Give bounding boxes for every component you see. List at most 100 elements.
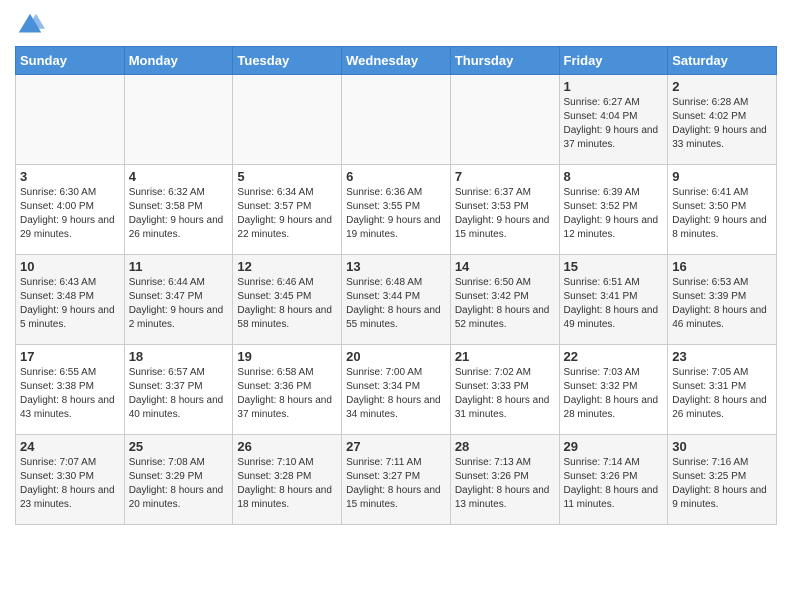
day-info: Sunrise: 7:08 AMSunset: 3:29 PMDaylight:… [129,456,229,512]
calendar-cell: 11Sunrise: 6:44 AMSunset: 3:47 PMDayligh… [124,255,233,345]
calendar-cell: 22Sunrise: 7:03 AMSunset: 3:32 PMDayligh… [559,345,668,435]
day-info: Sunrise: 6:57 AMSunset: 3:37 PMDaylight:… [129,366,229,422]
calendar-cell: 16 Sunrise: 6:53 AMSunset: 3:39 PMDayligh… [668,255,777,345]
day-number: 11 [129,259,229,274]
day-info: Sunrise: 6:30 AMSunset: 4:00 PMDaylight:… [20,186,120,242]
calendar-cell: 28 Sunrise: 7:13 AMSunset: 3:26 PMDayligh… [450,435,559,525]
calendar-week-1: 3 Sunrise: 6:30 AMSunset: 4:00 PMDaylight… [16,165,777,255]
day-info: Sunrise: 6:39 AMSunset: 3:52 PMDaylight:… [564,186,664,242]
day-number: 23 [672,349,772,364]
calendar-table: SundayMondayTuesdayWednesdayThursdayFrid… [15,46,777,525]
calendar-cell: 17 Sunrise: 6:55 AMSunset: 3:38 PMDayligh… [16,345,125,435]
calendar-cell: 18 Sunrise: 6:57 AMSunset: 3:37 PMDayligh… [124,345,233,435]
calendar-cell: 15Sunrise: 6:51 AMSunset: 3:41 PMDayligh… [559,255,668,345]
header-day-saturday: Saturday [668,47,777,75]
calendar-cell [16,75,125,165]
calendar-cell: 14 Sunrise: 6:50 AMSunset: 3:42 PMDayligh… [450,255,559,345]
page-container: SundayMondayTuesdayWednesdayThursdayFrid… [0,0,792,540]
calendar-cell: 26 Sunrise: 7:10 AMSunset: 3:28 PMDayligh… [233,435,342,525]
calendar-cell: 9 Sunrise: 6:41 AMSunset: 3:50 PMDaylight… [668,165,777,255]
day-info: Sunrise: 6:50 AMSunset: 3:42 PMDaylight:… [455,276,555,332]
header-row: SundayMondayTuesdayWednesdayThursdayFrid… [16,47,777,75]
calendar-week-0: 1 Sunrise: 6:27 AMSunset: 4:04 PMDaylight… [16,75,777,165]
day-number: 1 [564,79,664,94]
day-info: Sunrise: 7:14 AMSunset: 3:26 PMDaylight:… [564,456,664,512]
calendar-cell: 10 Sunrise: 6:43 AMSunset: 3:48 PMDayligh… [16,255,125,345]
day-info: Sunrise: 6:58 AMSunset: 3:36 PMDaylight:… [237,366,337,422]
day-number: 19 [237,349,337,364]
calendar-cell [233,75,342,165]
day-number: 24 [20,439,120,454]
calendar-cell: 25 Sunrise: 7:08 AMSunset: 3:29 PMDayligh… [124,435,233,525]
header-day-wednesday: Wednesday [342,47,451,75]
calendar-week-2: 10 Sunrise: 6:43 AMSunset: 3:48 PMDayligh… [16,255,777,345]
day-info: Sunrise: 6:53 AMSunset: 3:39 PMDaylight:… [672,276,772,332]
calendar-cell: 20 Sunrise: 7:00 AMSunset: 3:34 PMDayligh… [342,345,451,435]
day-number: 6 [346,169,446,184]
day-number: 26 [237,439,337,454]
calendar-cell: 24 Sunrise: 7:07 AMSunset: 3:30 PMDayligh… [16,435,125,525]
day-number: 3 [20,169,120,184]
calendar-week-4: 24 Sunrise: 7:07 AMSunset: 3:30 PMDayligh… [16,435,777,525]
calendar-cell [450,75,559,165]
day-info: Sunrise: 6:46 AMSunset: 3:45 PMDaylight:… [237,276,337,332]
calendar-cell: 30Sunrise: 7:16 AMSunset: 3:25 PMDayligh… [668,435,777,525]
calendar-cell [342,75,451,165]
calendar-cell: 12 Sunrise: 6:46 AMSunset: 3:45 PMDayligh… [233,255,342,345]
calendar-cell: 7 Sunrise: 6:37 AMSunset: 3:53 PMDaylight… [450,165,559,255]
day-number: 2 [672,79,772,94]
calendar-cell: 23Sunrise: 7:05 AMSunset: 3:31 PMDayligh… [668,345,777,435]
day-info: Sunrise: 6:55 AMSunset: 3:38 PMDaylight:… [20,366,120,422]
calendar-cell: 13Sunrise: 6:48 AMSunset: 3:44 PMDayligh… [342,255,451,345]
day-number: 27 [346,439,446,454]
day-number: 7 [455,169,555,184]
header [15,10,777,40]
day-number: 20 [346,349,446,364]
day-number: 14 [455,259,555,274]
day-info: Sunrise: 7:10 AMSunset: 3:28 PMDaylight:… [237,456,337,512]
day-info: Sunrise: 6:43 AMSunset: 3:48 PMDaylight:… [20,276,120,332]
day-number: 17 [20,349,120,364]
day-number: 10 [20,259,120,274]
day-number: 4 [129,169,229,184]
day-number: 9 [672,169,772,184]
day-number: 29 [564,439,664,454]
day-number: 12 [237,259,337,274]
day-info: Sunrise: 7:07 AMSunset: 3:30 PMDaylight:… [20,456,120,512]
header-day-tuesday: Tuesday [233,47,342,75]
calendar-cell: 29 Sunrise: 7:14 AMSunset: 3:26 PMDayligh… [559,435,668,525]
calendar-cell: 27Sunrise: 7:11 AMSunset: 3:27 PMDayligh… [342,435,451,525]
calendar-cell: 4 Sunrise: 6:32 AMSunset: 3:58 PMDaylight… [124,165,233,255]
header-day-thursday: Thursday [450,47,559,75]
header-day-sunday: Sunday [16,47,125,75]
day-number: 25 [129,439,229,454]
day-info: Sunrise: 6:41 AMSunset: 3:50 PMDaylight:… [672,186,772,242]
header-day-monday: Monday [124,47,233,75]
calendar-week-3: 17 Sunrise: 6:55 AMSunset: 3:38 PMDayligh… [16,345,777,435]
day-number: 16 [672,259,772,274]
day-info: Sunrise: 6:48 AMSunset: 3:44 PMDaylight:… [346,276,446,332]
day-info: Sunrise: 6:27 AMSunset: 4:04 PMDaylight:… [564,96,664,152]
calendar-cell: 5 Sunrise: 6:34 AMSunset: 3:57 PMDaylight… [233,165,342,255]
calendar-cell [124,75,233,165]
day-number: 28 [455,439,555,454]
day-info: Sunrise: 6:34 AMSunset: 3:57 PMDaylight:… [237,186,337,242]
day-number: 22 [564,349,664,364]
logo-icon [15,10,45,40]
calendar-cell: 8Sunrise: 6:39 AMSunset: 3:52 PMDaylight… [559,165,668,255]
calendar-cell: 2 Sunrise: 6:28 AMSunset: 4:02 PMDaylight… [668,75,777,165]
day-info: Sunrise: 6:37 AMSunset: 3:53 PMDaylight:… [455,186,555,242]
day-number: 15 [564,259,664,274]
day-info: Sunrise: 7:02 AMSunset: 3:33 PMDaylight:… [455,366,555,422]
logo [15,10,49,40]
day-info: Sunrise: 7:13 AMSunset: 3:26 PMDaylight:… [455,456,555,512]
day-info: Sunrise: 7:00 AMSunset: 3:34 PMDaylight:… [346,366,446,422]
day-info: Sunrise: 6:32 AMSunset: 3:58 PMDaylight:… [129,186,229,242]
day-number: 5 [237,169,337,184]
day-number: 18 [129,349,229,364]
day-info: Sunrise: 6:36 AMSunset: 3:55 PMDaylight:… [346,186,446,242]
day-info: Sunrise: 6:28 AMSunset: 4:02 PMDaylight:… [672,96,772,152]
header-day-friday: Friday [559,47,668,75]
calendar-cell: 21 Sunrise: 7:02 AMSunset: 3:33 PMDayligh… [450,345,559,435]
day-number: 21 [455,349,555,364]
